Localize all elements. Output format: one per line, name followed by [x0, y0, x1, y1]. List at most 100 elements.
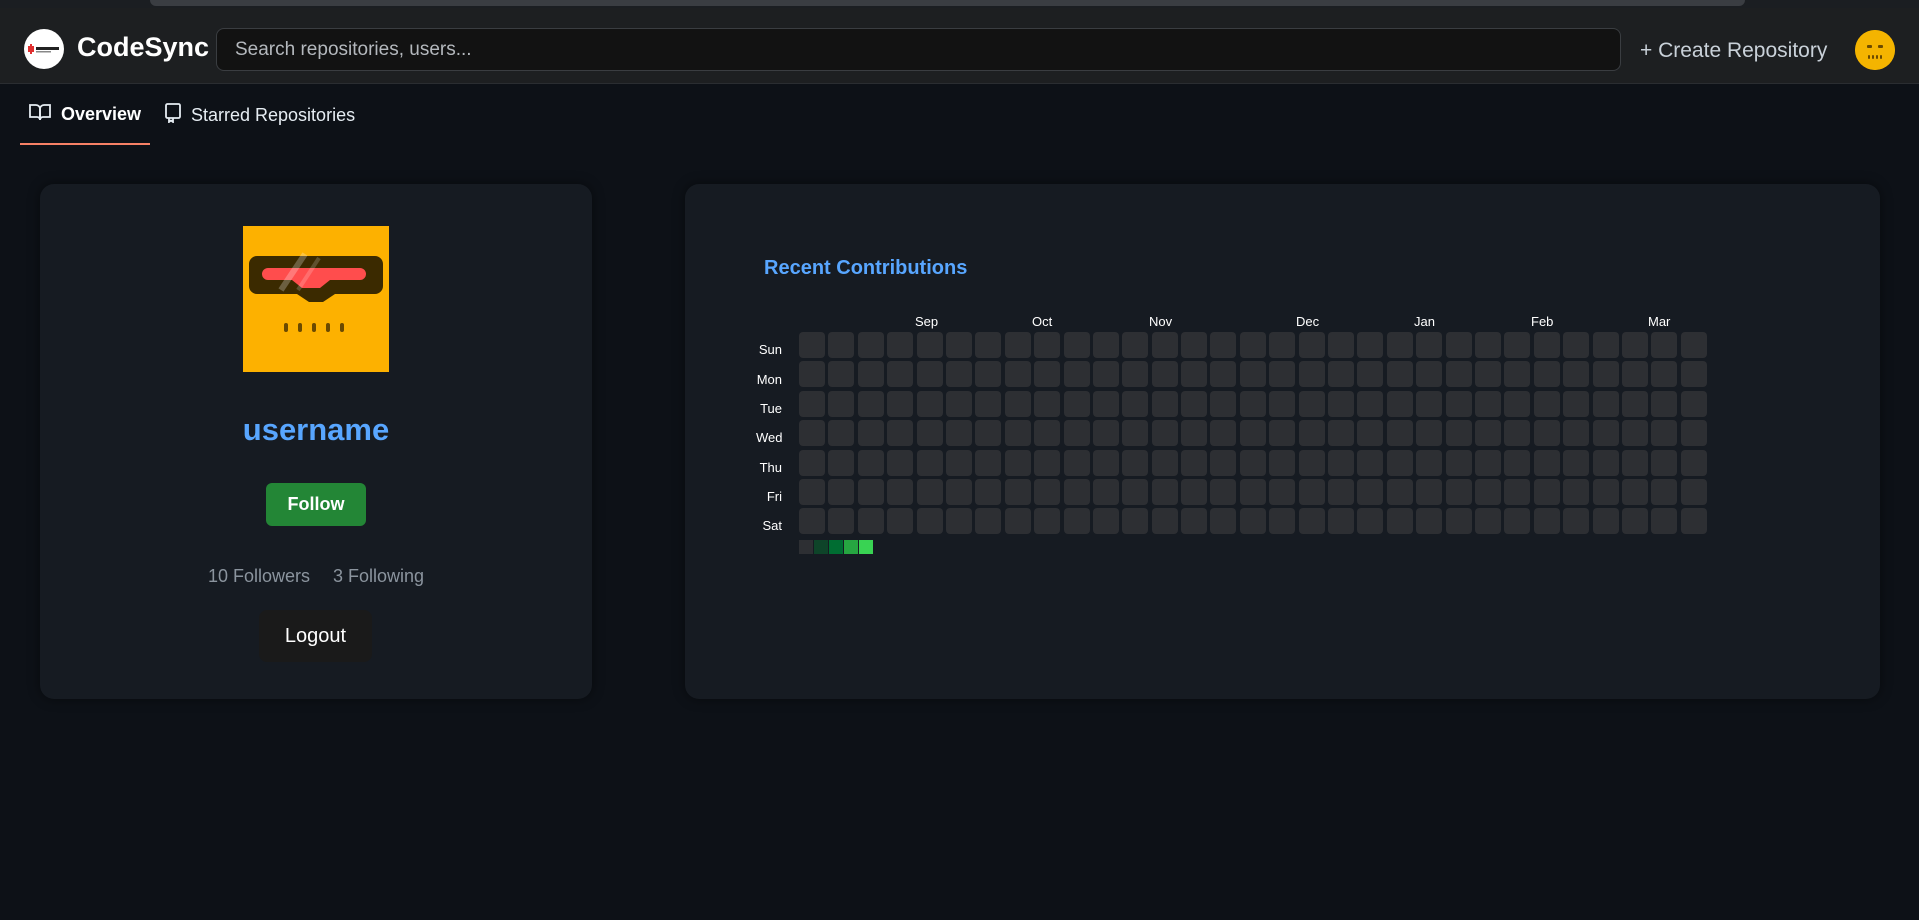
- contribution-cell[interactable]: [887, 390, 914, 417]
- contribution-cell[interactable]: [1592, 361, 1619, 388]
- followers-count[interactable]: 10 Followers: [208, 566, 310, 586]
- contribution-cell[interactable]: [1298, 361, 1325, 388]
- contribution-cell[interactable]: [1416, 390, 1443, 417]
- contribution-cell[interactable]: [916, 390, 943, 417]
- contribution-cell[interactable]: [1474, 478, 1501, 505]
- contribution-cell[interactable]: [945, 449, 972, 476]
- contribution-cell[interactable]: [1298, 478, 1325, 505]
- contribution-cell[interactable]: [1122, 332, 1149, 358]
- contribution-cell[interactable]: [1445, 449, 1472, 476]
- contribution-cell[interactable]: [1563, 361, 1590, 388]
- contribution-cell[interactable]: [857, 390, 884, 417]
- contribution-cell[interactable]: [828, 478, 855, 505]
- contribution-cell[interactable]: [1239, 390, 1266, 417]
- contribution-cell[interactable]: [828, 508, 855, 535]
- contribution-cell[interactable]: [916, 361, 943, 388]
- contribution-cell[interactable]: [828, 420, 855, 447]
- contribution-cell[interactable]: [916, 420, 943, 447]
- contribution-cell[interactable]: [1504, 449, 1531, 476]
- contribution-cell[interactable]: [1533, 332, 1560, 358]
- contribution-cell[interactable]: [799, 449, 825, 476]
- contribution-cell[interactable]: [1445, 332, 1472, 358]
- contribution-cell[interactable]: [1034, 508, 1061, 535]
- contribution-cell[interactable]: [916, 332, 943, 358]
- contribution-cell[interactable]: [1063, 478, 1090, 505]
- contribution-cell[interactable]: [1298, 449, 1325, 476]
- contribution-cell[interactable]: [1298, 390, 1325, 417]
- contribution-cell[interactable]: [1680, 361, 1707, 388]
- contribution-cell[interactable]: [1386, 449, 1413, 476]
- contribution-cell[interactable]: [1239, 361, 1266, 388]
- contribution-cell[interactable]: [1181, 390, 1208, 417]
- contribution-cell[interactable]: [1445, 361, 1472, 388]
- contribution-cell[interactable]: [1122, 420, 1149, 447]
- contribution-cell[interactable]: [975, 361, 1002, 388]
- contribution-cell[interactable]: [1445, 508, 1472, 535]
- contribution-cell[interactable]: [1328, 390, 1355, 417]
- contribution-cell[interactable]: [1004, 332, 1031, 358]
- contribution-cell[interactable]: [1416, 449, 1443, 476]
- contribution-cell[interactable]: [1533, 390, 1560, 417]
- contribution-cell[interactable]: [916, 508, 943, 535]
- contribution-cell[interactable]: [857, 332, 884, 358]
- contribution-cell[interactable]: [1474, 332, 1501, 358]
- contribution-cell[interactable]: [1357, 478, 1384, 505]
- contribution-cell[interactable]: [1034, 390, 1061, 417]
- contribution-cell[interactable]: [1092, 478, 1119, 505]
- contribution-cell[interactable]: [1386, 361, 1413, 388]
- contribution-cell[interactable]: [1621, 420, 1648, 447]
- contribution-cell[interactable]: [1504, 508, 1531, 535]
- contribution-cell[interactable]: [975, 508, 1002, 535]
- brand-name[interactable]: CodeSync: [77, 32, 209, 63]
- tab-overview[interactable]: Overview: [20, 85, 151, 145]
- contribution-cell[interactable]: [1122, 361, 1149, 388]
- contribution-cell[interactable]: [1474, 420, 1501, 447]
- contribution-cell[interactable]: [828, 390, 855, 417]
- contribution-cell[interactable]: [1651, 508, 1678, 535]
- contribution-cell[interactable]: [1357, 420, 1384, 447]
- contribution-cell[interactable]: [1298, 332, 1325, 358]
- contribution-cell[interactable]: [1592, 508, 1619, 535]
- contribution-cell[interactable]: [1386, 508, 1413, 535]
- contribution-cell[interactable]: [1504, 361, 1531, 388]
- contribution-cell[interactable]: [975, 420, 1002, 447]
- contribution-cell[interactable]: [1210, 361, 1237, 388]
- contribution-cell[interactable]: [1151, 478, 1178, 505]
- contribution-cell[interactable]: [1151, 449, 1178, 476]
- contribution-cell[interactable]: [1034, 449, 1061, 476]
- contribution-cell[interactable]: [1181, 449, 1208, 476]
- contribution-cell[interactable]: [1151, 508, 1178, 535]
- contribution-cell[interactable]: [799, 420, 825, 447]
- contribution-cell[interactable]: [1092, 332, 1119, 358]
- contribution-cell[interactable]: [1239, 508, 1266, 535]
- contribution-cell[interactable]: [1474, 508, 1501, 535]
- contribution-cell[interactable]: [1063, 420, 1090, 447]
- contribution-cell[interactable]: [1445, 478, 1472, 505]
- contribution-cell[interactable]: [1416, 508, 1443, 535]
- contribution-cell[interactable]: [857, 478, 884, 505]
- contribution-cell[interactable]: [1357, 390, 1384, 417]
- contribution-cell[interactable]: [1621, 478, 1648, 505]
- contribution-cell[interactable]: [1328, 478, 1355, 505]
- contribution-cell[interactable]: [916, 478, 943, 505]
- contribution-cell[interactable]: [1034, 361, 1061, 388]
- contribution-cell[interactable]: [1680, 390, 1707, 417]
- contribution-cell[interactable]: [1680, 332, 1707, 358]
- contribution-cell[interactable]: [1063, 361, 1090, 388]
- contribution-cell[interactable]: [1151, 332, 1178, 358]
- contribution-cell[interactable]: [945, 478, 972, 505]
- contribution-cell[interactable]: [1181, 508, 1208, 535]
- contribution-cell[interactable]: [887, 478, 914, 505]
- contribution-cell[interactable]: [1533, 508, 1560, 535]
- contribution-cell[interactable]: [1504, 390, 1531, 417]
- contribution-cell[interactable]: [1239, 478, 1266, 505]
- contribution-cell[interactable]: [1328, 508, 1355, 535]
- contribution-cell[interactable]: [1210, 449, 1237, 476]
- contribution-cell[interactable]: [1004, 420, 1031, 447]
- contribution-cell[interactable]: [1034, 478, 1061, 505]
- contribution-cell[interactable]: [1269, 449, 1296, 476]
- contribution-cell[interactable]: [945, 332, 972, 358]
- contribution-cell[interactable]: [945, 390, 972, 417]
- contribution-cell[interactable]: [1563, 420, 1590, 447]
- contribution-cell[interactable]: [1445, 420, 1472, 447]
